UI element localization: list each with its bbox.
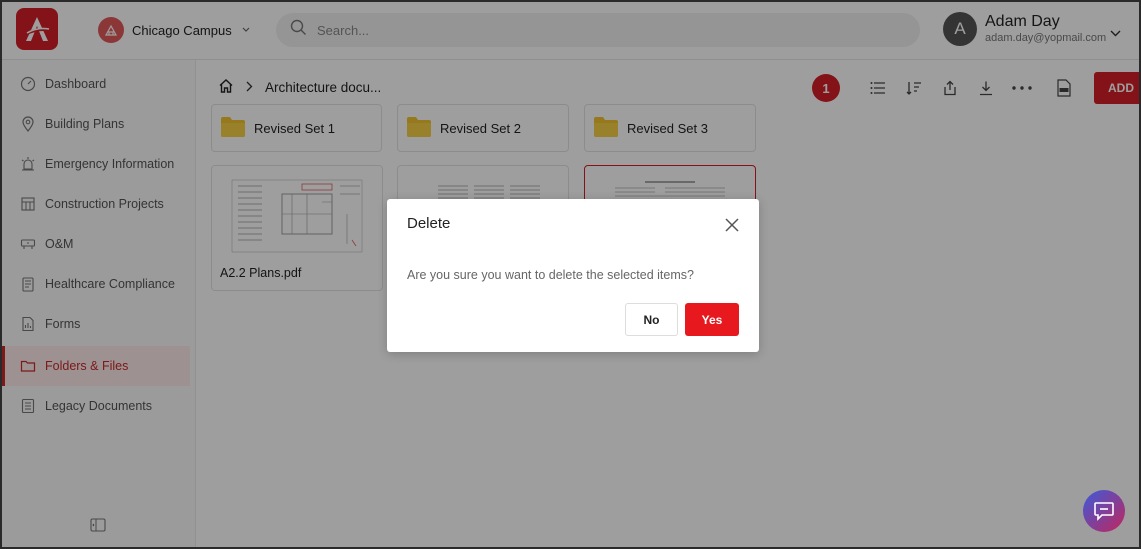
dialog-message: Are you sure you want to delete the sele…: [407, 268, 694, 282]
chat-bubble-icon: [1093, 501, 1115, 521]
app-window: Chicago Campus A Adam Day adam.day@yopma…: [0, 0, 1141, 549]
chat-support-button[interactable]: [1083, 490, 1125, 532]
dialog-title: Delete: [407, 215, 450, 232]
delete-dialog: Delete Are you sure you want to delete t…: [387, 199, 759, 352]
yes-button[interactable]: Yes: [685, 303, 739, 336]
no-button[interactable]: No: [625, 303, 678, 336]
close-icon[interactable]: [724, 217, 740, 233]
